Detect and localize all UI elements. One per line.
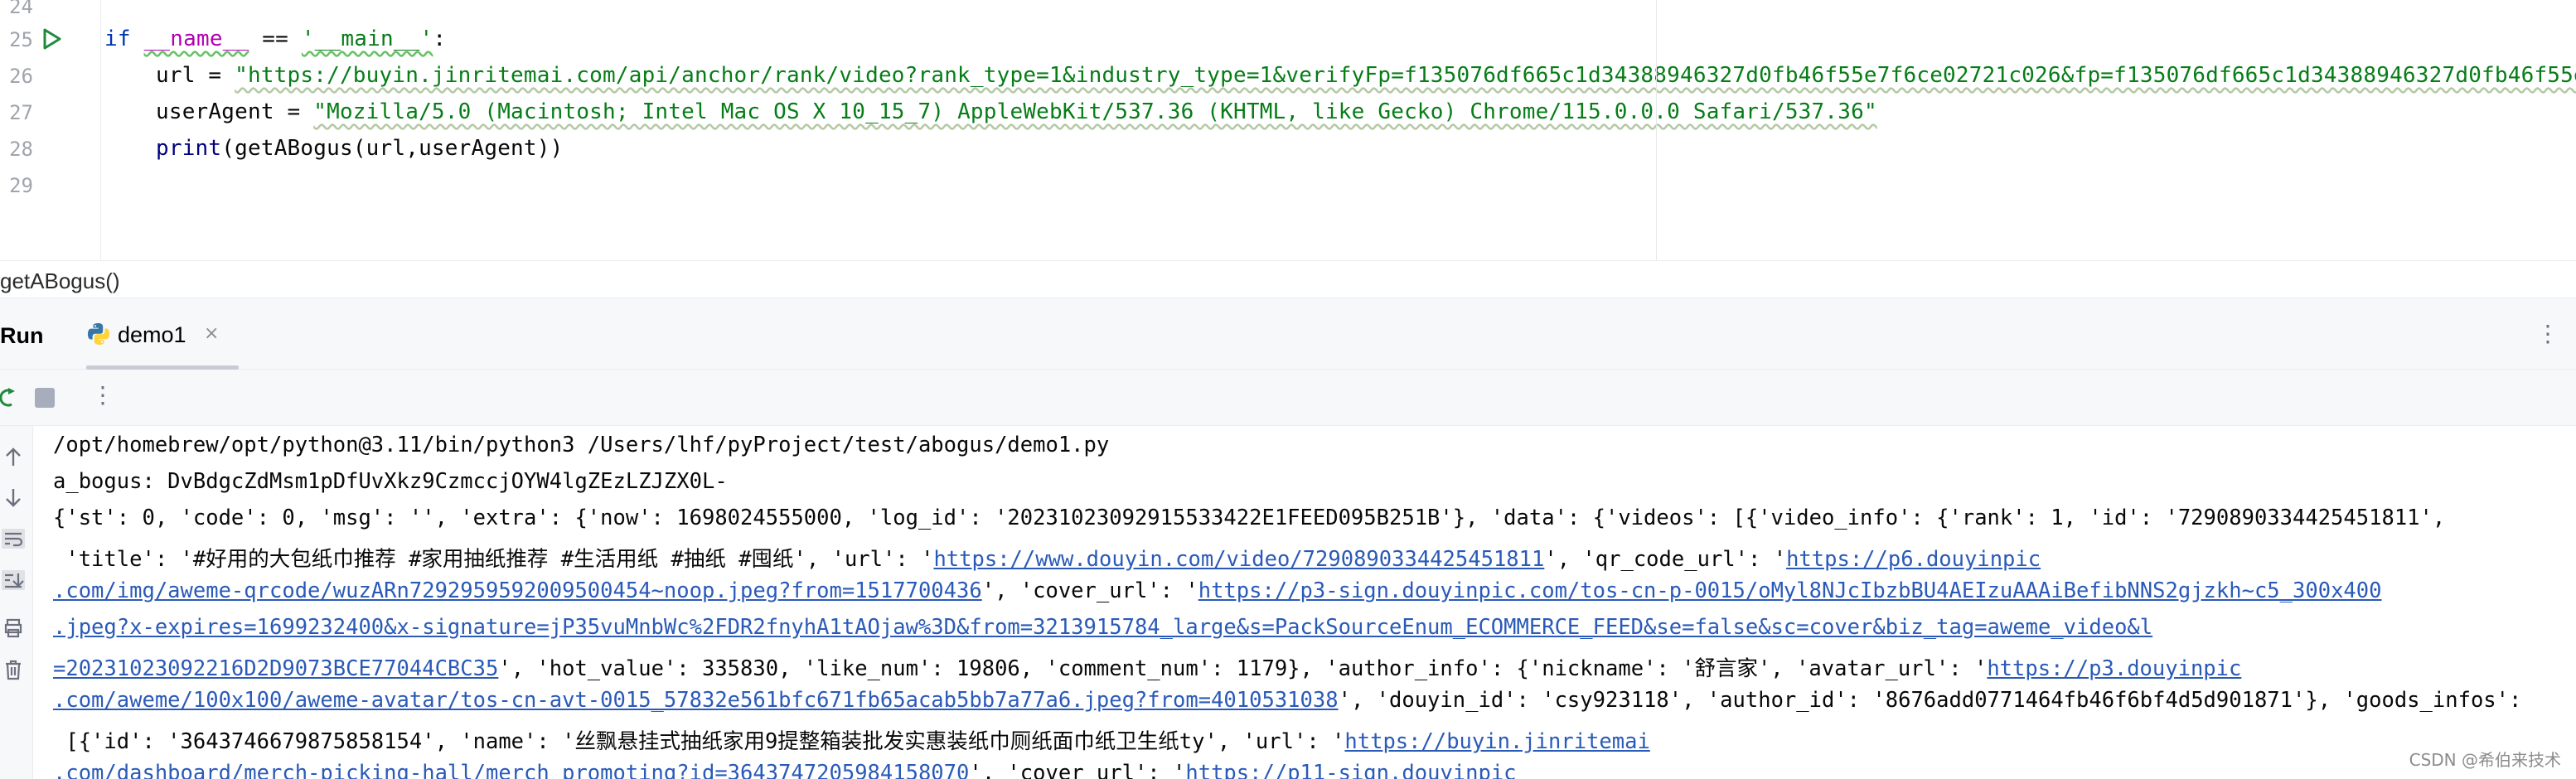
console-text: ', 'qr_code_url': ' bbox=[1544, 547, 1787, 572]
assign-operator: = bbox=[274, 99, 314, 124]
code-line-26[interactable]: url = "https://buyin.jinritemai.com/api/… bbox=[156, 63, 2576, 88]
tab-label[interactable]: demo1 bbox=[118, 322, 186, 348]
console-line: .com/img/aweme-qrcode/wuzARn729295959200… bbox=[53, 578, 2381, 603]
console-link[interactable]: https://www.douyin.com/video/72908903344… bbox=[933, 547, 1544, 572]
console-link[interactable]: =20231023092216D2D9073BCE77044CBC35 bbox=[53, 656, 498, 681]
console-text: ', 'douyin_id': 'csy923118', 'author_id'… bbox=[1338, 688, 2522, 713]
watermark: CSDN @希伯来技术 bbox=[2405, 745, 2564, 772]
print-call-args: (getABogus(url,userAgent)) bbox=[221, 136, 564, 161]
right-margin-guide bbox=[1656, 0, 1657, 260]
run-tool-window-header: Run demo1 × ⋮ bbox=[0, 298, 2576, 370]
console-line: /opt/homebrew/opt/python@3.11/bin/python… bbox=[53, 433, 1110, 457]
name-dunder: __name__ bbox=[143, 27, 249, 51]
keyword-if: if bbox=[104, 27, 131, 51]
console-text: ', 'cover_url': ' bbox=[969, 761, 1186, 779]
console-line: a_bogus: DvBdgcZdMsm1pDfUvXkz9CzmccjOYW4… bbox=[53, 469, 728, 494]
python-icon bbox=[88, 323, 109, 345]
line-number: 27 bbox=[9, 101, 33, 124]
code-line-28[interactable]: print(getABogus(url,userAgent)) bbox=[156, 136, 563, 161]
tab-demo1[interactable]: demo1 × bbox=[80, 298, 242, 370]
console-link[interactable]: https://p3.douyinpic bbox=[1987, 656, 2241, 681]
editor-gutter: 24 25 26 27 28 29 bbox=[0, 0, 101, 260]
arrow-down-icon[interactable] bbox=[2, 486, 25, 509]
console-link[interactable]: https://p3-sign.douyinpic.com/tos-cn-p-0… bbox=[1198, 578, 2382, 603]
stop-icon[interactable] bbox=[35, 388, 55, 408]
run-toolbar: ⋮ bbox=[0, 370, 2576, 426]
assign-operator: = bbox=[195, 63, 235, 88]
code-line-25[interactable]: if __name__ == '__main__': bbox=[104, 27, 446, 51]
main-string: '__main__' bbox=[301, 27, 433, 51]
console-link[interactable]: .jpeg?x-expires=1699232400&x-signature=j… bbox=[53, 615, 2152, 640]
print-icon[interactable] bbox=[2, 617, 25, 640]
code-line-27[interactable]: userAgent = "Mozilla/5.0 (Macintosh; Int… bbox=[156, 99, 1877, 124]
console-line: {'st': 0, 'code': 0, 'msg': '', 'extra':… bbox=[53, 506, 2446, 530]
line-number: 28 bbox=[9, 138, 33, 161]
more-options-icon[interactable]: ⋮ bbox=[91, 381, 114, 409]
console-line: .com/dashboard/merch-picking-hall/merch_… bbox=[53, 761, 1517, 779]
line-number: 24 bbox=[9, 0, 33, 18]
equals-operator: == bbox=[249, 27, 302, 51]
trash-icon[interactable] bbox=[2, 658, 25, 681]
arrow-up-icon[interactable] bbox=[2, 446, 25, 469]
colon: : bbox=[433, 27, 447, 51]
console-link[interactable]: https://p11-sign.douyinpic bbox=[1185, 761, 1516, 779]
console-link[interactable]: .com/dashboard/merch-picking-hall/merch_… bbox=[53, 761, 969, 779]
breadcrumb-function[interactable]: getABogus() bbox=[0, 269, 120, 294]
print-builtin: print bbox=[156, 136, 222, 161]
rerun-icon[interactable] bbox=[0, 386, 17, 409]
console-link[interactable]: https://buyin.jinritemai bbox=[1344, 729, 1649, 754]
more-options-icon[interactable]: ⋮ bbox=[2536, 320, 2559, 347]
console-text: ', 'hot_value': 335830, 'like_num': 1980… bbox=[498, 656, 1988, 681]
soft-wrap-icon[interactable] bbox=[2, 527, 25, 550]
console-line: .jpeg?x-expires=1699232400&x-signature=j… bbox=[53, 615, 2152, 640]
console-link[interactable]: .com/img/aweme-qrcode/wuzARn729295959200… bbox=[53, 578, 982, 603]
scroll-to-end-icon[interactable] bbox=[2, 569, 25, 592]
console-line: [{'id': '3643746679875858154', 'name': '… bbox=[53, 724, 1650, 755]
code-editor[interactable]: 24 25 26 27 28 29 if __name__ == '__main… bbox=[0, 0, 2576, 260]
useragent-variable: userAgent bbox=[156, 99, 274, 124]
console-link[interactable]: https://p6.douyinpic bbox=[1786, 547, 2041, 572]
url-variable: url bbox=[156, 63, 196, 88]
line-number: 25 bbox=[9, 28, 33, 51]
run-main-icon[interactable] bbox=[40, 27, 63, 51]
line-number: 29 bbox=[9, 174, 33, 197]
url-string: "https://buyin.jinritemai.com/api/anchor… bbox=[235, 63, 2576, 88]
run-tool-title: Run bbox=[0, 323, 44, 348]
console-line: =20231023092216D2D9073BCE77044CBC35', 'h… bbox=[53, 651, 2241, 682]
console-side-toolbar bbox=[0, 426, 33, 779]
console-text: 'title': '#好用的大包纸巾推荐 #家用抽纸推荐 #生活用纸 #抽纸 #… bbox=[53, 547, 934, 572]
line-number: 26 bbox=[9, 65, 33, 88]
console-line: 'title': '#好用的大包纸巾推荐 #家用抽纸推荐 #生活用纸 #抽纸 #… bbox=[53, 542, 2041, 573]
console-link[interactable]: .com/aweme/100x100/aweme-avatar/tos-cn-a… bbox=[53, 688, 1339, 713]
close-icon[interactable]: × bbox=[204, 323, 219, 344]
console-text: ', 'cover_url': ' bbox=[981, 578, 1198, 603]
console-output[interactable]: /opt/homebrew/opt/python@3.11/bin/python… bbox=[53, 426, 2576, 779]
useragent-string: "Mozilla/5.0 (Macintosh; Intel Mac OS X … bbox=[313, 99, 1877, 124]
console-text: [{'id': '3643746679875858154', 'name': '… bbox=[53, 729, 1345, 754]
breadcrumb[interactable]: getABogus() bbox=[0, 260, 2576, 298]
console-line: .com/aweme/100x100/aweme-avatar/tos-cn-a… bbox=[53, 688, 2521, 713]
